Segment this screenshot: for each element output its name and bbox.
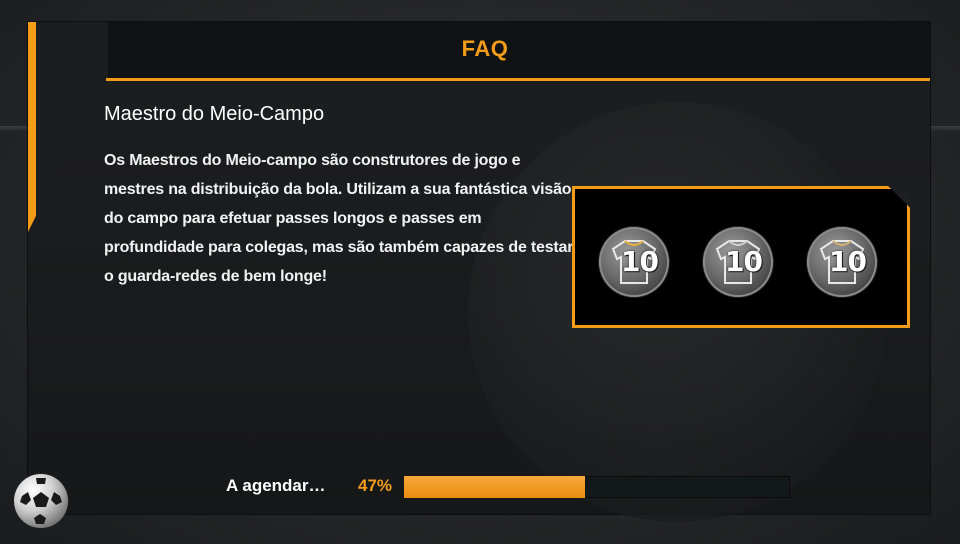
jersey-10-badge-icon: 10: [599, 227, 669, 297]
badge-number: 10: [829, 245, 867, 278]
jersey-10-badge-icon: 10: [703, 227, 773, 297]
faq-description: Os Maestros do Meio-campo são construtor…: [104, 152, 574, 285]
page-title: FAQ: [461, 36, 509, 61]
jersey-10-badge-icon: 10: [807, 227, 877, 297]
progress-percent: 47%: [358, 476, 393, 495]
faq-heading: Maestro do Meio-Campo: [104, 103, 325, 125]
badge-number: 10: [621, 245, 659, 278]
progress-bar: [404, 476, 790, 498]
header-divider: [106, 78, 930, 81]
progress-label: A agendar…: [226, 476, 326, 495]
progress-bar-fill: [404, 476, 586, 498]
badge-showcase: 10 10 10: [572, 186, 910, 328]
badge-number: 10: [725, 245, 763, 278]
soccer-ball-icon: [14, 474, 68, 528]
